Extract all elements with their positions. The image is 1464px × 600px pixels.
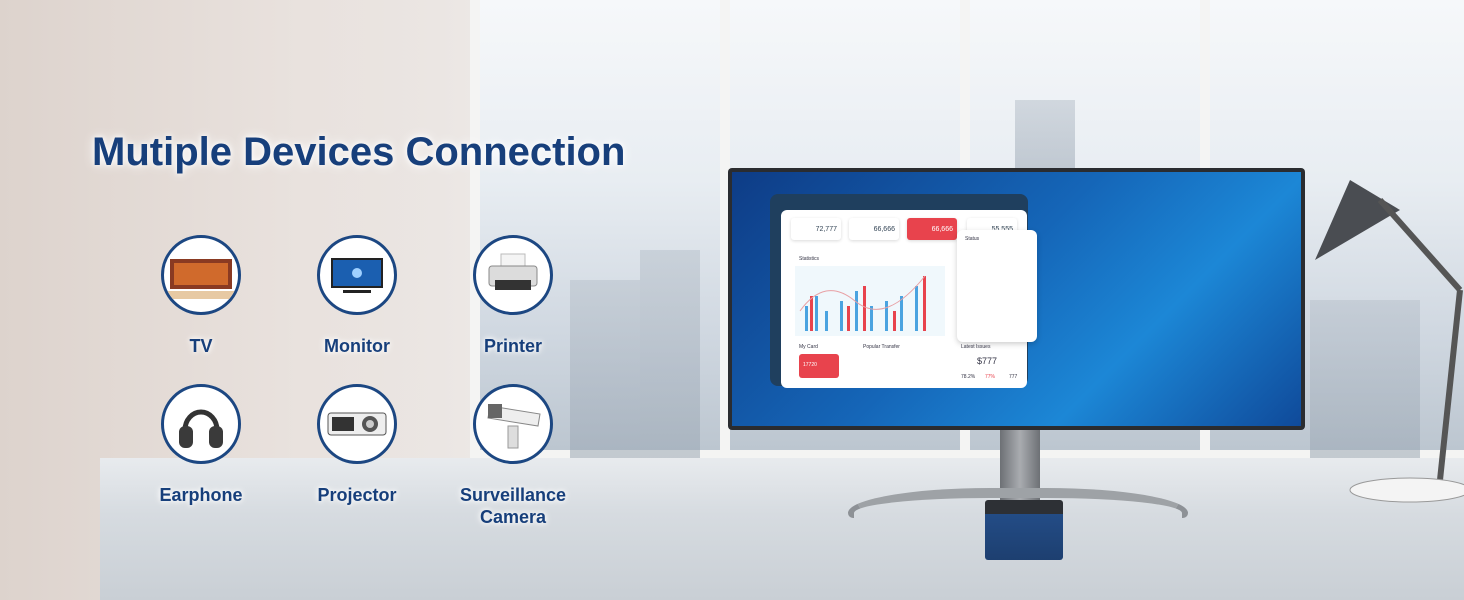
statistics-chart bbox=[795, 266, 945, 336]
printer-icon bbox=[473, 235, 553, 315]
device-surveillance-camera: Surveillance Camera bbox=[433, 384, 593, 528]
monitor: 72,777 66,666 66,666 55,555 Statistics S… bbox=[728, 168, 1305, 430]
statistics-title: Statistics bbox=[799, 256, 820, 262]
percent: 77% bbox=[985, 374, 996, 380]
card-title: My Card bbox=[799, 344, 818, 350]
latest-title: Latest Issues bbox=[961, 344, 991, 350]
device-label: Earphone bbox=[159, 485, 243, 505]
device-projector: Projector bbox=[277, 384, 437, 506]
stat-card: 66,666 bbox=[849, 218, 899, 240]
security-camera-icon bbox=[473, 384, 553, 464]
stat-card: 72,777 bbox=[791, 218, 841, 240]
device-label: Surveillance Camera bbox=[433, 484, 593, 528]
device-label: TV bbox=[189, 336, 213, 356]
amount: $777 bbox=[977, 356, 998, 366]
label-line: Surveillance bbox=[459, 485, 567, 505]
headphones-icon bbox=[161, 384, 241, 464]
device-printer: Printer bbox=[433, 235, 593, 357]
monitor-icon bbox=[317, 235, 397, 315]
status-title: Status bbox=[965, 236, 980, 242]
device-tv: TV bbox=[121, 235, 281, 357]
tv-icon bbox=[161, 235, 241, 315]
transfer-title: Popular Transfer bbox=[863, 344, 900, 350]
count: 777 bbox=[1009, 374, 1018, 380]
projector-icon bbox=[317, 384, 397, 464]
stat-card: 66,666 bbox=[907, 218, 957, 240]
percent: 78.2% bbox=[961, 374, 976, 380]
status-panel: Status bbox=[957, 230, 1037, 342]
monitor-screen: 72,777 66,666 66,666 55,555 Statistics S… bbox=[732, 172, 1301, 426]
device-earphone: Earphone bbox=[121, 384, 281, 506]
device-monitor: Monitor bbox=[277, 235, 437, 357]
credit-card: 17720 bbox=[799, 354, 839, 378]
building bbox=[640, 250, 700, 460]
dashboard-panel: 72,777 66,666 66,666 55,555 Statistics S… bbox=[781, 210, 1037, 388]
mini-pc bbox=[985, 500, 1063, 560]
device-label: Printer bbox=[483, 336, 543, 356]
device-label: Projector bbox=[317, 485, 397, 505]
headline: Mutiple Devices Connection bbox=[92, 130, 626, 174]
device-label: Monitor bbox=[324, 336, 390, 356]
desk-lamp bbox=[1315, 180, 1464, 503]
label-line: Camera bbox=[479, 507, 547, 527]
